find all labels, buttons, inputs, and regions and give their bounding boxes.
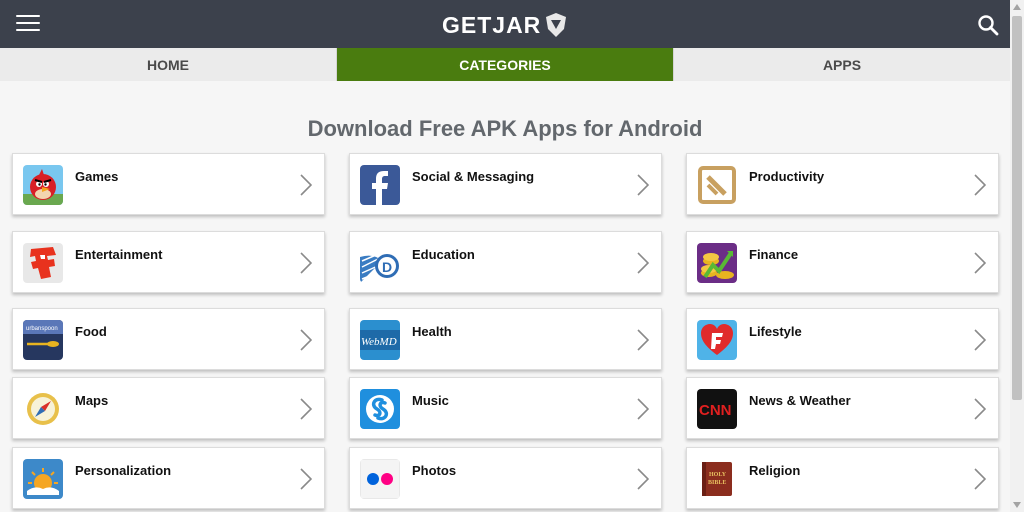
category-label: Photos bbox=[412, 463, 457, 478]
heart-icon bbox=[697, 320, 737, 360]
category-card-maps[interactable]: Maps bbox=[12, 377, 325, 439]
chevron-right-icon bbox=[637, 252, 649, 274]
flickr-icon bbox=[360, 459, 400, 499]
category-card-personalization[interactable]: Personalization bbox=[12, 447, 325, 509]
nav-tabs: HOME CATEGORIES APPS bbox=[0, 48, 1010, 81]
chevron-right-icon bbox=[974, 398, 986, 420]
category-card-religion[interactable]: HOLY BIBLE Religion bbox=[686, 447, 999, 509]
category-card-music[interactable]: Music bbox=[349, 377, 662, 439]
category-label: Maps bbox=[75, 393, 109, 408]
chevron-right-icon bbox=[974, 329, 986, 351]
scroll-up-arrow-icon[interactable] bbox=[1010, 0, 1024, 14]
category-label: Health bbox=[412, 324, 452, 339]
category-label: Social & Messaging bbox=[412, 169, 535, 184]
tab-home[interactable]: HOME bbox=[0, 48, 337, 81]
category-label: Finance bbox=[749, 247, 799, 262]
top-bar: GETJAR bbox=[0, 0, 1010, 48]
category-label: Entertainment bbox=[75, 247, 163, 262]
scrollbar-thumb[interactable] bbox=[1012, 16, 1022, 400]
tab-apps[interactable]: APPS bbox=[674, 48, 1010, 81]
bible-text-bottom: BIBLE bbox=[708, 480, 726, 486]
chevron-right-icon bbox=[300, 398, 312, 420]
category-label: News & Weather bbox=[749, 393, 851, 408]
webmd-text: WebMD bbox=[361, 336, 397, 348]
holy-bible-icon: HOLY BIBLE bbox=[697, 459, 737, 499]
productivity-icon bbox=[697, 165, 737, 205]
chevron-right-icon bbox=[974, 468, 986, 490]
chevron-right-icon bbox=[300, 468, 312, 490]
chevron-right-icon bbox=[300, 252, 312, 274]
fandango-icon bbox=[23, 243, 63, 283]
webmd-icon: WebMD bbox=[360, 320, 400, 360]
category-label: Education bbox=[412, 247, 475, 262]
page-heading: Download Free APK Apps for Android bbox=[307, 116, 703, 141]
category-card-health[interactable]: WebMD Health bbox=[349, 308, 662, 370]
chevron-right-icon bbox=[300, 174, 312, 196]
compass-icon bbox=[23, 389, 63, 429]
shazam-icon bbox=[360, 389, 400, 429]
chevron-right-icon bbox=[974, 252, 986, 274]
page-scrollbar[interactable] bbox=[1010, 0, 1024, 512]
category-label: Personalization bbox=[75, 463, 172, 478]
cnn-icon: CNN bbox=[697, 389, 737, 429]
svg-text:D: D bbox=[382, 259, 392, 275]
tab-categories[interactable]: CATEGORIES bbox=[337, 48, 674, 81]
logo-shield-icon bbox=[546, 13, 567, 37]
chevron-right-icon bbox=[300, 329, 312, 351]
category-label: Music bbox=[412, 393, 449, 408]
urbanspoon-icon: urbanspoon bbox=[23, 320, 63, 360]
category-card-news-weather[interactable]: CNN News & Weather bbox=[686, 377, 999, 439]
category-label: Food bbox=[75, 324, 107, 339]
category-label: Productivity bbox=[749, 169, 825, 184]
chevron-right-icon bbox=[637, 468, 649, 490]
category-card-finance[interactable]: Finance bbox=[686, 231, 999, 293]
category-label: Religion bbox=[749, 463, 801, 478]
weather-icon bbox=[23, 459, 63, 499]
urbanspoon-text: urbanspoon bbox=[26, 326, 58, 332]
category-card-productivity[interactable]: Productivity bbox=[686, 153, 999, 215]
bible-text-top: HOLY bbox=[709, 472, 727, 478]
chevron-right-icon bbox=[637, 174, 649, 196]
chevron-right-icon bbox=[637, 329, 649, 351]
facebook-icon bbox=[360, 165, 400, 205]
category-card-education[interactable]: D Education bbox=[349, 231, 662, 293]
category-card-food[interactable]: urbanspoon Food bbox=[12, 308, 325, 370]
coins-icon bbox=[697, 243, 737, 283]
cnn-text: CNN bbox=[699, 402, 732, 419]
getjar-logo[interactable]: GETJAR bbox=[442, 10, 568, 40]
search-icon[interactable] bbox=[977, 14, 999, 36]
category-label: Games bbox=[75, 169, 119, 184]
category-card-lifestyle[interactable]: Lifestyle bbox=[686, 308, 999, 370]
category-card-photos[interactable]: Photos bbox=[349, 447, 662, 509]
dictionary-icon: D bbox=[360, 243, 400, 283]
menu-icon[interactable] bbox=[16, 15, 40, 33]
category-card-social-messaging[interactable]: Social & Messaging bbox=[349, 153, 662, 215]
category-label: Lifestyle bbox=[749, 324, 802, 339]
category-card-entertainment[interactable]: Entertainment bbox=[12, 231, 325, 293]
category-card-games[interactable]: Games bbox=[12, 153, 325, 215]
scroll-down-arrow-icon[interactable] bbox=[1010, 498, 1024, 512]
chevron-right-icon bbox=[637, 398, 649, 420]
chevron-right-icon bbox=[974, 174, 986, 196]
logo-text: GETJAR bbox=[442, 11, 542, 38]
angry-bird-icon bbox=[23, 165, 63, 205]
